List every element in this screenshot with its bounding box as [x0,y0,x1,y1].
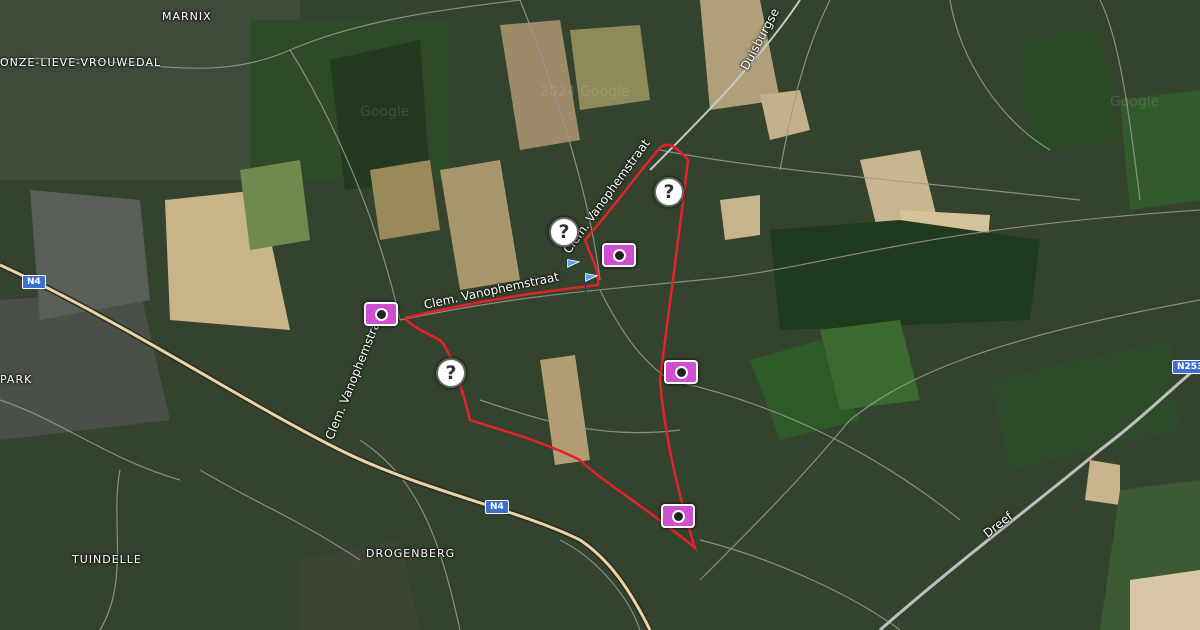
road-shield-n4: N4 [485,500,509,514]
camera-icon[interactable] [664,360,698,384]
flag-icon[interactable] [584,272,598,293]
camera-icon[interactable] [602,243,636,267]
imagery-watermark: Google [1110,94,1160,110]
place-label-onze-lieve-vrouwedal: ONZE-LIEVE-VROUWEDAL [0,56,162,69]
road-shield-n253: N253 [1172,360,1200,374]
place-label-tuindelle: TUINDELLE [72,553,142,566]
camera-icon[interactable] [364,302,398,326]
imagery-watermark: 2024 Google [540,84,630,100]
map-view[interactable]: 2024 Google Google Google MARNIX ONZE-LI… [0,0,1200,630]
flag-icon[interactable] [566,258,580,279]
question-icon[interactable]: ? [654,177,684,207]
camera-icon[interactable] [661,504,695,528]
question-icon[interactable]: ? [549,217,579,247]
place-label-park: PARK [0,373,33,386]
road-shield-n4: N4 [22,275,46,289]
question-icon[interactable]: ? [436,358,466,388]
imagery-watermark: Google [360,104,410,120]
place-label-marnix: MARNIX [162,10,212,23]
place-label-drogenberg: DROGENBERG [366,547,456,560]
